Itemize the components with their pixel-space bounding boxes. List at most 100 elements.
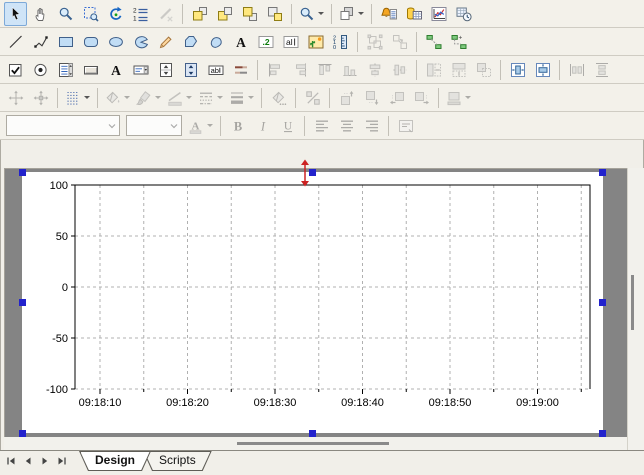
align-left-button[interactable] [263,58,286,82]
selection-handle[interactable] [19,430,26,437]
font-family-combo[interactable] [6,115,120,136]
checkbox-tool[interactable] [4,58,27,82]
selection-handle[interactable] [19,169,26,176]
move-up-button[interactable] [335,86,358,110]
move-down-button[interactable] [360,86,383,110]
textedit-tool[interactable]: ab [204,58,227,82]
move-right-button[interactable] [410,86,433,110]
zoom-region-tool[interactable] [79,2,102,26]
background-color-button[interactable] [267,86,290,110]
curve-tool[interactable] [204,30,227,54]
rotate-tool[interactable] [104,2,127,26]
over-color-dropdown[interactable] [134,86,163,110]
text-placement-button[interactable] [394,114,417,138]
nav-next-button[interactable] [37,453,53,469]
polygon-tool[interactable] [179,30,202,54]
chart-control[interactable]: 100500-50-10009:18:1009:18:2009:18:3009:… [22,172,603,433]
sheet-tab-design[interactable]: Design [79,451,151,471]
alarm-control-button[interactable] [377,2,400,26]
move-points-button[interactable] [4,86,27,110]
line-style-dropdown[interactable] [196,86,225,110]
move-left-button[interactable] [385,86,408,110]
bring-forward-button[interactable] [238,2,261,26]
pan-tool[interactable] [29,2,52,26]
vertical-scrollbar[interactable] [627,168,644,450]
align-bottom-button[interactable] [338,58,361,82]
bring-to-front-button[interactable] [188,2,211,26]
send-backward-button[interactable] [263,2,286,26]
remove-association-button[interactable] [154,2,177,26]
center-horizontal-button[interactable] [388,58,411,82]
select-tool[interactable] [4,2,27,26]
text-align-center-button[interactable] [335,114,358,138]
center-vertical-screen-button[interactable] [531,58,554,82]
updown-tool[interactable] [154,58,177,82]
frame-tool[interactable] [229,58,252,82]
chart-control-button[interactable] [427,2,450,26]
selection-handle[interactable] [19,299,26,306]
horizontal-scrollbar[interactable] [4,437,627,450]
label-tool[interactable]: A [104,58,127,82]
same-width-button[interactable] [422,58,445,82]
selection-handle[interactable] [599,169,606,176]
nav-first-button[interactable] [3,453,19,469]
line-tool[interactable] [4,30,27,54]
pie-tool[interactable] [129,30,152,54]
ellipse-tool[interactable] [104,30,127,54]
scale-tool[interactable]: 210 [329,30,352,54]
font-size-combo[interactable] [126,115,182,136]
selection-handle[interactable] [599,299,606,306]
playback-control-button[interactable] [452,2,475,26]
fill-color-dropdown[interactable] [103,86,132,110]
same-size-button[interactable] [472,58,495,82]
line-color-dropdown[interactable] [165,86,194,110]
grid-dropdown[interactable] [63,86,92,110]
space-across-button[interactable] [565,58,588,82]
center-horizontal-screen-button[interactable] [506,58,529,82]
zoom-tool[interactable] [54,2,77,26]
rectangle-tool[interactable] [54,30,77,54]
nav-last-button[interactable] [54,453,70,469]
spinner-tool[interactable] [179,58,202,82]
link-plus-tool[interactable]: + [447,30,470,54]
align-right-button[interactable] [288,58,311,82]
send-to-back-button[interactable] [213,2,236,26]
zoom-level-dropdown[interactable] [297,2,326,26]
space-down-button[interactable] [590,58,613,82]
freehand-tool[interactable] [154,30,177,54]
combobox-tool[interactable] [129,58,152,82]
rounded-rectangle-tool[interactable] [79,30,102,54]
listbox-tool[interactable] [54,58,77,82]
link-tool[interactable] [422,30,445,54]
text-align-right-button[interactable] [360,114,383,138]
position-dropdown[interactable] [444,86,473,110]
group-button[interactable] [363,30,386,54]
picture-tool[interactable] [304,30,327,54]
nav-prev-button[interactable] [20,453,36,469]
italic-button[interactable]: I [251,114,274,138]
polyline-tool[interactable] [29,30,52,54]
sheet-tab-scripts[interactable]: Scripts [143,451,212,471]
radiobutton-tool[interactable] [29,58,52,82]
move-object-button[interactable] [29,86,52,110]
commandbutton-tool[interactable] [79,58,102,82]
layers-dropdown[interactable] [337,2,366,26]
vertical-scrollbar-thumb[interactable] [631,275,634,330]
blink-color-button[interactable] [301,86,324,110]
bold-button[interactable]: B [226,114,249,138]
font-color-dropdown[interactable]: A [186,114,215,138]
center-vertical-button[interactable] [363,58,386,82]
textbox-tool[interactable]: al [279,30,302,54]
tab-order-tool[interactable]: 21 [129,2,152,26]
underline-button[interactable]: U [276,114,299,138]
text-align-left-button[interactable] [310,114,333,138]
display-tool[interactable]: .2 [254,30,277,54]
selection-handle[interactable] [309,430,316,437]
align-top-button[interactable] [313,58,336,82]
selection-handle[interactable] [599,430,606,437]
horizontal-scrollbar-thumb[interactable] [237,442,389,445]
same-height-button[interactable] [447,58,470,82]
query-control-button[interactable] [402,2,425,26]
ungroup-button[interactable] [388,30,411,54]
text-tool[interactable]: A [229,30,252,54]
